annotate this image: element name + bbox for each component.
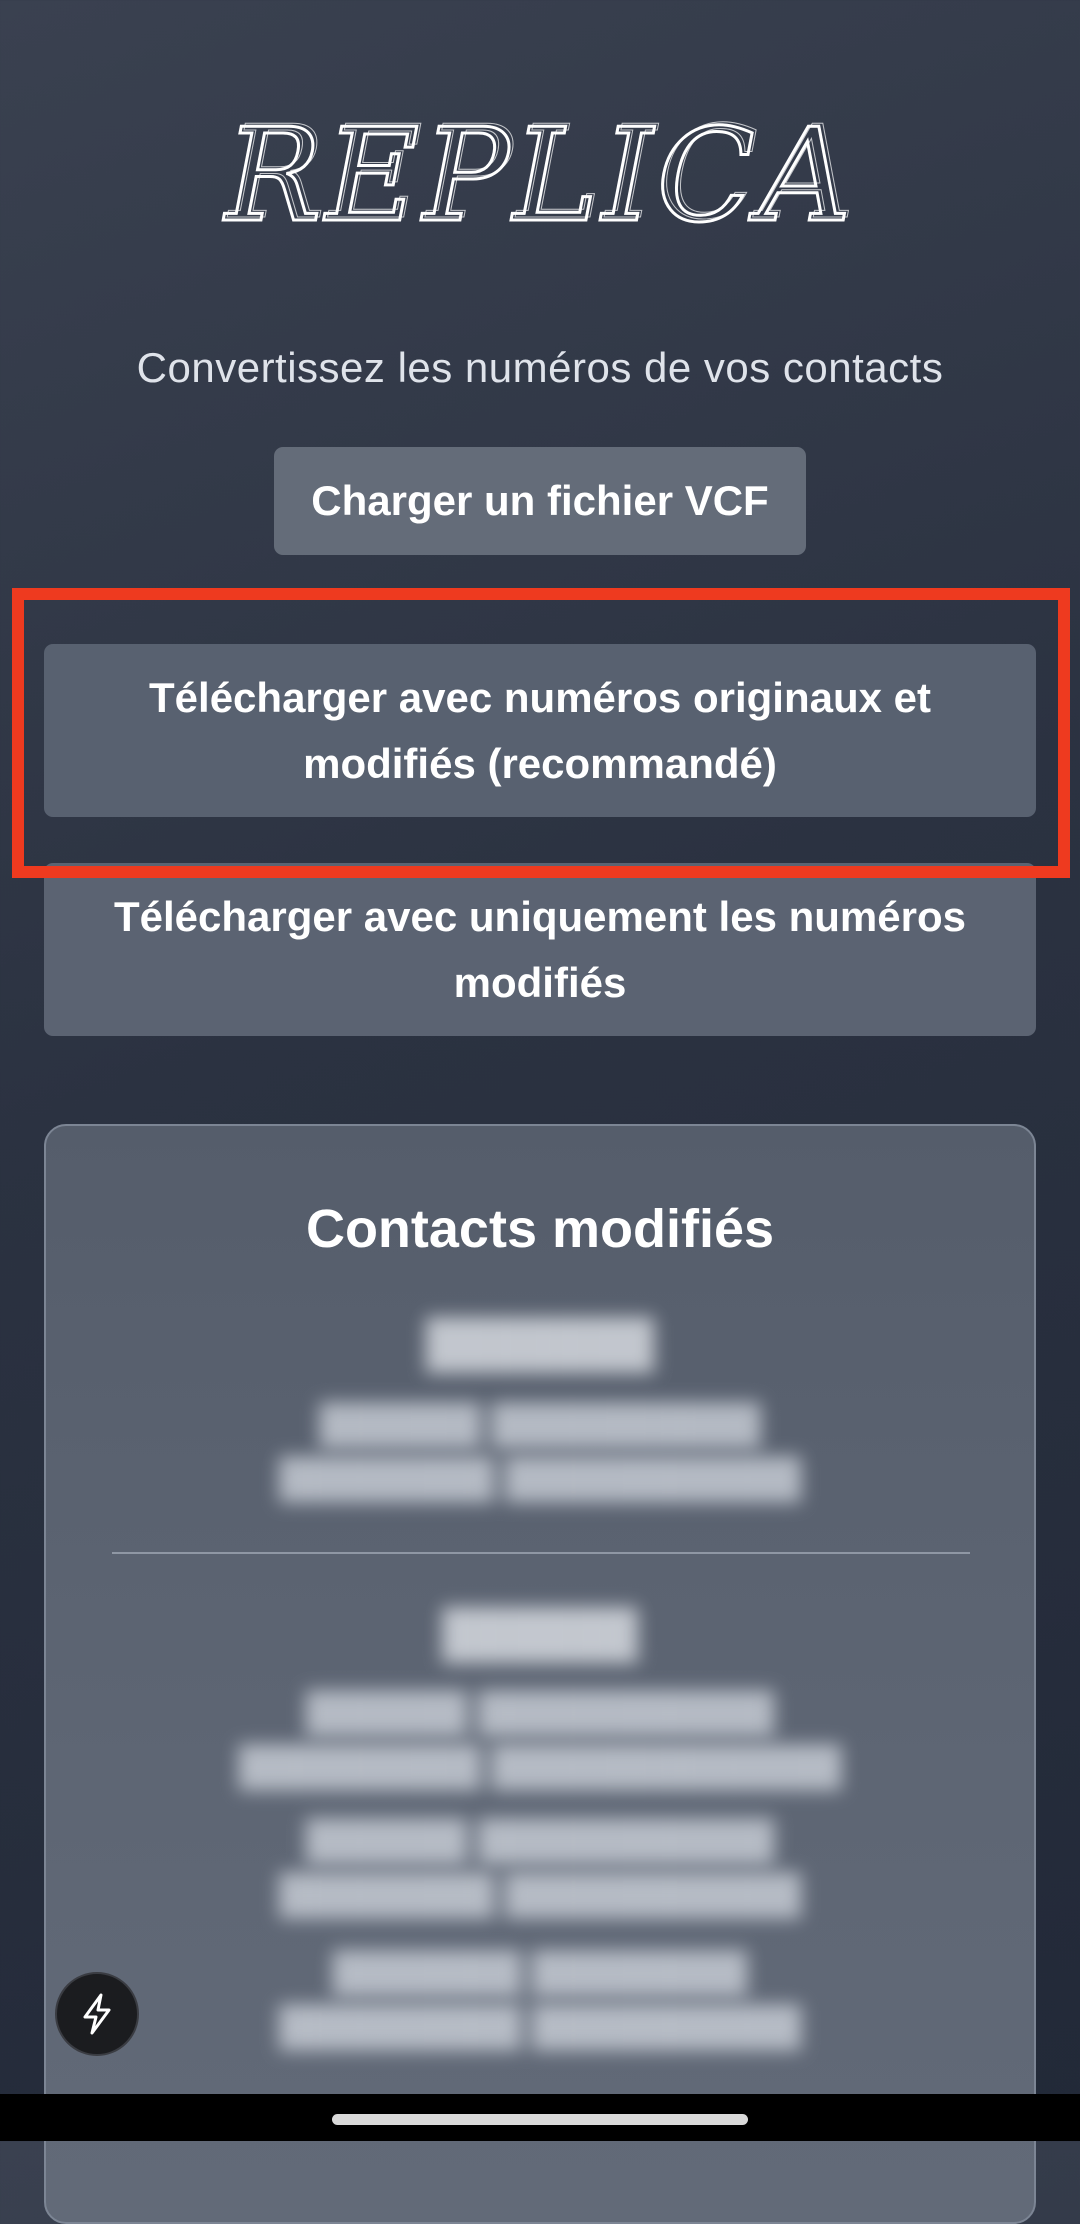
redacted-contact-name: ███████ <box>425 1317 655 1369</box>
redacted-contact-line: ████████ ███████████ <box>278 1874 802 1916</box>
system-nav-bar <box>0 2094 1080 2141</box>
app-logo: REPLICA REPLICA <box>222 108 859 238</box>
app-logo-outline: REPLICA <box>227 108 859 238</box>
lightning-icon <box>83 1993 111 2035</box>
contact-divider <box>112 1552 970 1554</box>
redacted-contact-line: █████████ █████████████ <box>238 1746 842 1788</box>
download-modified-only-button[interactable]: Télécharger avec uniquement les numéros … <box>44 863 1036 1036</box>
app-subtitle: Convertissez les numéros de vos contacts <box>136 344 944 391</box>
redacted-contact-line: ███████ ████████ <box>332 1952 748 1994</box>
highlight-box <box>12 588 1070 878</box>
lightning-fab-button[interactable] <box>55 1972 139 2056</box>
redacted-contact-line: ██████ ██████████ <box>319 1404 761 1446</box>
home-indicator[interactable] <box>332 2114 748 2125</box>
upload-vcf-button[interactable]: Charger un fichier VCF <box>274 447 806 555</box>
contacts-panel: Contacts modifiés ███████ ██████ ███████… <box>44 1124 1036 2224</box>
redacted-contact-line: ██████ ███████████ <box>305 1820 775 1862</box>
redacted-contact-line: ████████ ███████████ <box>278 1458 802 1500</box>
redacted-contact-line: ██████ ███████████ <box>305 1692 775 1734</box>
redacted-contact-name: ██████ <box>442 1607 638 1659</box>
contacts-panel-title: Contacts modifiés <box>305 1199 775 1259</box>
redacted-contact-line: █████████ ██████████ <box>278 2006 802 2048</box>
